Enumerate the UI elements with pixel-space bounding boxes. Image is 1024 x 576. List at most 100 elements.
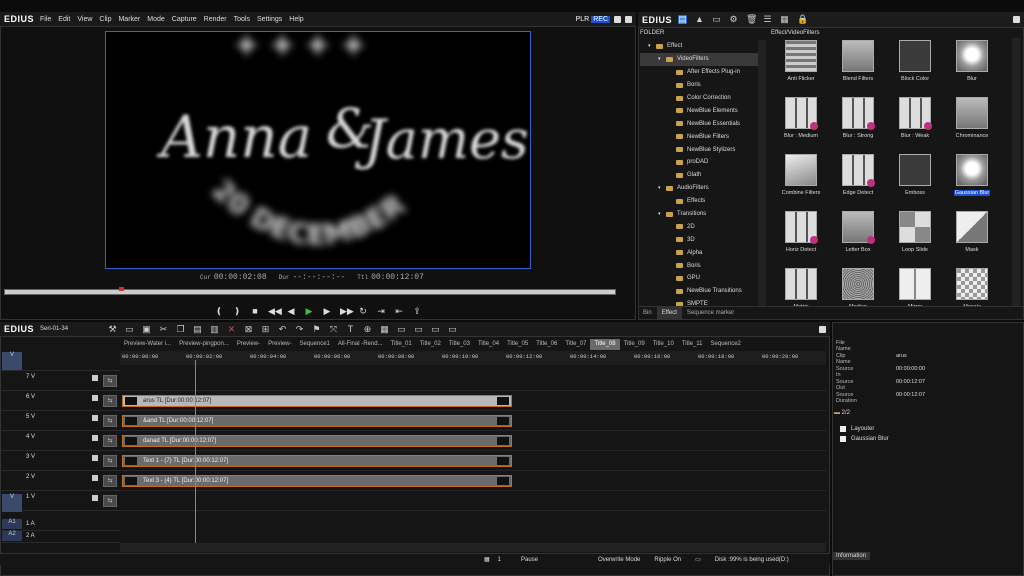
tree-item[interactable]: NewBlue Filters [640,130,766,143]
track-visibility-icon[interactable] [92,395,98,401]
menu-item[interactable]: Marker [118,16,140,23]
tree-item[interactable]: Boris [640,259,766,272]
play-icon[interactable]: ▶ [304,306,314,316]
track-lane[interactable] [120,371,826,391]
sequence-tab[interactable]: Title_09 [620,339,649,350]
tree-item[interactable]: Alpha [640,246,766,259]
tree-item[interactable]: proDAD [640,156,766,169]
sequence-tab[interactable]: Title_02 [416,339,445,350]
sequence-tab[interactable]: Title_11 [678,339,707,350]
tree-item[interactable]: 2D [640,220,766,233]
track-visibility-icon[interactable] [92,415,98,421]
step-forward-icon[interactable]: ▶ [322,306,332,316]
audio-patch[interactable]: A2 [2,531,22,541]
menu-item[interactable]: Help [289,16,303,23]
preview-monitor[interactable]: ✦ ✦ ✦ ✦ Anna & James 20 DECEMBER [105,31,531,269]
tree-arrow-icon[interactable]: ▾ [648,43,656,49]
menu-item[interactable]: Render [204,16,227,23]
sequence-tab[interactable]: Title_10 [649,339,678,350]
effect-item[interactable]: Median [828,266,888,306]
track-sync-icon[interactable]: ⇆ [103,435,117,447]
delete-icon[interactable]: 🗑 [746,15,757,24]
ripple-delete-icon[interactable]: ⊠ [244,324,253,334]
marker-icon[interactable]: ⚑ [312,324,321,334]
effect-item[interactable]: Emboss [885,152,945,209]
delete-clip-icon[interactable]: ✕ [227,324,236,334]
timeline-clip[interactable]: Text 1 - (7) TL [Dur:00:00:12:07] [122,455,512,467]
tree-item[interactable]: 3D [640,233,766,246]
patch-v-source[interactable]: V [2,494,22,512]
tree-item[interactable]: Effects [640,195,766,208]
tree-arrow-icon[interactable]: ▾ [658,56,666,62]
tree-item[interactable]: SMPTE [640,298,766,306]
tree-item[interactable]: NewBlue Stylizers [640,143,766,156]
track-sync-icon[interactable]: ⇆ [103,495,117,507]
split-icon[interactable]: ⊞ [261,324,270,334]
tree-item[interactable]: Glath [640,169,766,182]
overwrite-icon[interactable]: ⇤ [394,306,404,316]
track-sync-icon[interactable]: ⇆ [103,395,117,407]
patch-v[interactable]: V [2,352,22,370]
paste-icon[interactable]: ▤ [193,324,202,334]
checkbox[interactable] [840,426,846,432]
add-track-icon[interactable]: ⊕ [363,324,372,334]
effect-item[interactable]: Loop Slide [885,209,945,266]
open-icon[interactable]: ▭ [125,324,134,334]
effect-item[interactable]: Blur [942,38,1002,95]
sequence-tab[interactable]: Title_05 [503,339,532,350]
effect-item[interactable]: Combine Filters [771,152,831,209]
checkbox[interactable] [840,436,846,442]
time-ruler[interactable]: 00:00:00:00 00:00:02:00 00:00:04:00 00:00:0… [120,351,826,365]
tool-c-icon[interactable]: ▭ [431,324,440,334]
tree-item[interactable]: NewBlue Transitions [640,285,766,298]
sequence-tab[interactable]: Preview-pingpon... [175,339,233,350]
step-back-icon[interactable]: ◀ [286,306,296,316]
effect-item[interactable]: Blur : Strong [828,95,888,152]
folder-view-icon[interactable]: ▤ [678,15,688,24]
timeline-clip[interactable]: Text 3 - (4) TL [Dur:00:00:12:07] [122,475,512,487]
folder-icon[interactable]: ▭ [712,15,721,24]
timeline-clip[interactable]: &and TL [Dur:00:00:12:07] [122,415,512,427]
effect-item[interactable]: Blur : Weak [885,95,945,152]
tree-item[interactable]: ▾ Transitions [640,208,766,221]
sequence-tab[interactable]: Preview-Water i... [120,339,175,350]
sequence-tab[interactable]: Title_01 [387,339,416,350]
effect-item[interactable]: Chrominance [942,95,1002,152]
stop-icon[interactable]: ■ [250,306,260,316]
menu-item[interactable]: Capture [172,16,197,23]
position-slider[interactable] [4,287,616,295]
sequence-tab[interactable]: Title_04 [474,339,503,350]
track-visibility-icon[interactable] [92,375,98,381]
slider-marker[interactable] [119,287,124,291]
effect-item[interactable]: Blur : Medium [771,95,831,152]
tree-item[interactable]: ▾ Effect [640,40,766,53]
effect-item[interactable]: Block Color [885,38,945,95]
close-icon[interactable] [625,15,632,23]
grid-view-icon[interactable]: ▦ [780,15,789,24]
timeline-close-icon[interactable] [819,325,826,333]
sync-icon[interactable]: ⤧ [329,324,338,334]
rec-label[interactable]: REC [591,15,610,23]
insert-icon[interactable]: ⇥ [376,306,386,316]
track-visibility-icon[interactable] [92,435,98,441]
effect-item[interactable]: Horiz Detect [771,209,831,266]
menu-item[interactable]: Edit [58,16,70,23]
grid-scrollbar[interactable] [1012,38,1020,306]
playhead[interactable] [195,360,196,543]
tool-b-icon[interactable]: ▭ [414,324,423,334]
timeline-clip[interactable]: danad TL [Dur:00:00:12:07] [122,435,512,447]
tool-d-icon[interactable]: ▭ [448,324,457,334]
tree-item[interactable]: GPU [640,272,766,285]
tree-arrow-icon[interactable]: ▾ [658,211,666,217]
lock-icon[interactable]: 🔒 [797,15,808,24]
sequence-tab[interactable]: Title_03 [445,339,474,350]
timeline-clip[interactable]: arus TL [Dur:00:00:12:07] [122,395,512,407]
set-out-icon[interactable]: ❫ [232,306,242,316]
replace-icon[interactable]: ▥ [210,324,219,334]
sequence-tab[interactable]: Title_06 [532,339,561,350]
sequence-tab[interactable]: All-Final -Rend... [334,339,387,350]
loop-icon[interactable]: ↻ [358,306,368,316]
tree-arrow-icon[interactable]: ▾ [658,185,666,191]
list-view-icon[interactable]: ☰ [763,15,772,24]
track-sync-icon[interactable]: ⇆ [103,475,117,487]
